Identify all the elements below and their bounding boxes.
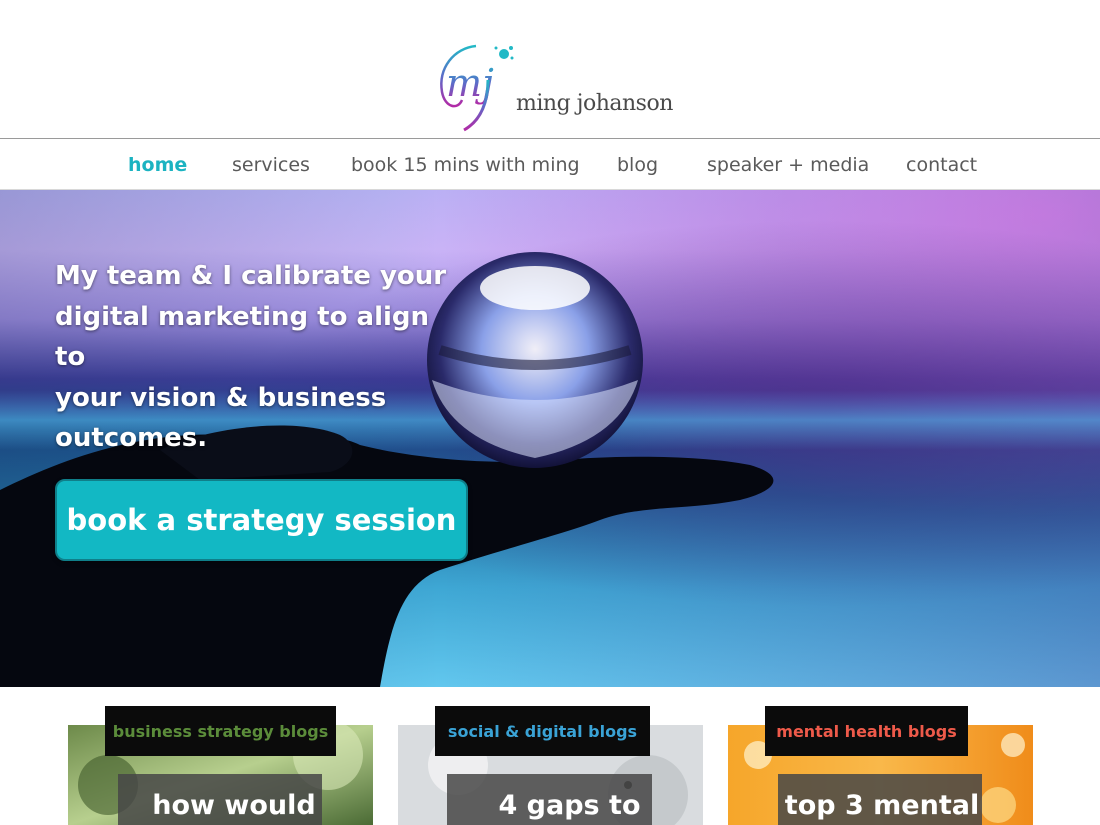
blog-card-title-text: 4 gaps to <box>498 790 641 821</box>
blog-card-title-text: how would <box>152 790 316 821</box>
site-header: mj ming johanson <box>0 0 1100 138</box>
nav-item-services[interactable]: services <box>232 153 310 177</box>
nav-item-blog[interactable]: blog <box>617 153 658 177</box>
blog-card-title-text: top 3 mental <box>784 790 980 821</box>
hero-banner: My team & I calibrate your digital marke… <box>0 190 1100 687</box>
hero-headline-line: My team & I calibrate your <box>55 261 447 291</box>
logo-wordmark: ming johanson <box>516 91 673 116</box>
book-strategy-session-button[interactable]: book a strategy session <box>55 479 468 561</box>
hero-headline-line: outcomes. <box>55 423 208 453</box>
nav-item-book-15-mins[interactable]: book 15 mins with ming <box>351 153 580 177</box>
blog-card-title[interactable]: top 3 mental <box>778 774 982 825</box>
site-logo[interactable]: mj ming johanson <box>436 40 676 135</box>
blog-category-label: social & digital blogs <box>447 721 638 741</box>
blog-category-label: business strategy blogs <box>112 721 329 741</box>
nav-item-speaker-media[interactable]: speaker + media <box>707 153 869 177</box>
blog-category-tag[interactable]: mental health blogs <box>765 706 968 756</box>
nav-item-home[interactable]: home <box>128 153 187 177</box>
blog-card-title[interactable]: how would <box>118 774 322 825</box>
nav-item-contact[interactable]: contact <box>906 153 977 177</box>
blog-category-label: mental health blogs <box>776 721 957 741</box>
hero-headline-line: digital marketing to align to <box>55 301 430 373</box>
main-nav: home services book 15 mins with ming blo… <box>0 138 1100 190</box>
blog-category-tag[interactable]: business strategy blogs <box>105 706 336 756</box>
logo-monogram-icon: mj <box>440 44 514 132</box>
hero-headline-line: your vision & business <box>55 382 387 413</box>
hero-headline: My team & I calibrate your digital marke… <box>55 256 455 459</box>
blog-category-tag[interactable]: social & digital blogs <box>435 706 650 756</box>
blog-card-title[interactable]: 4 gaps to <box>447 774 652 825</box>
